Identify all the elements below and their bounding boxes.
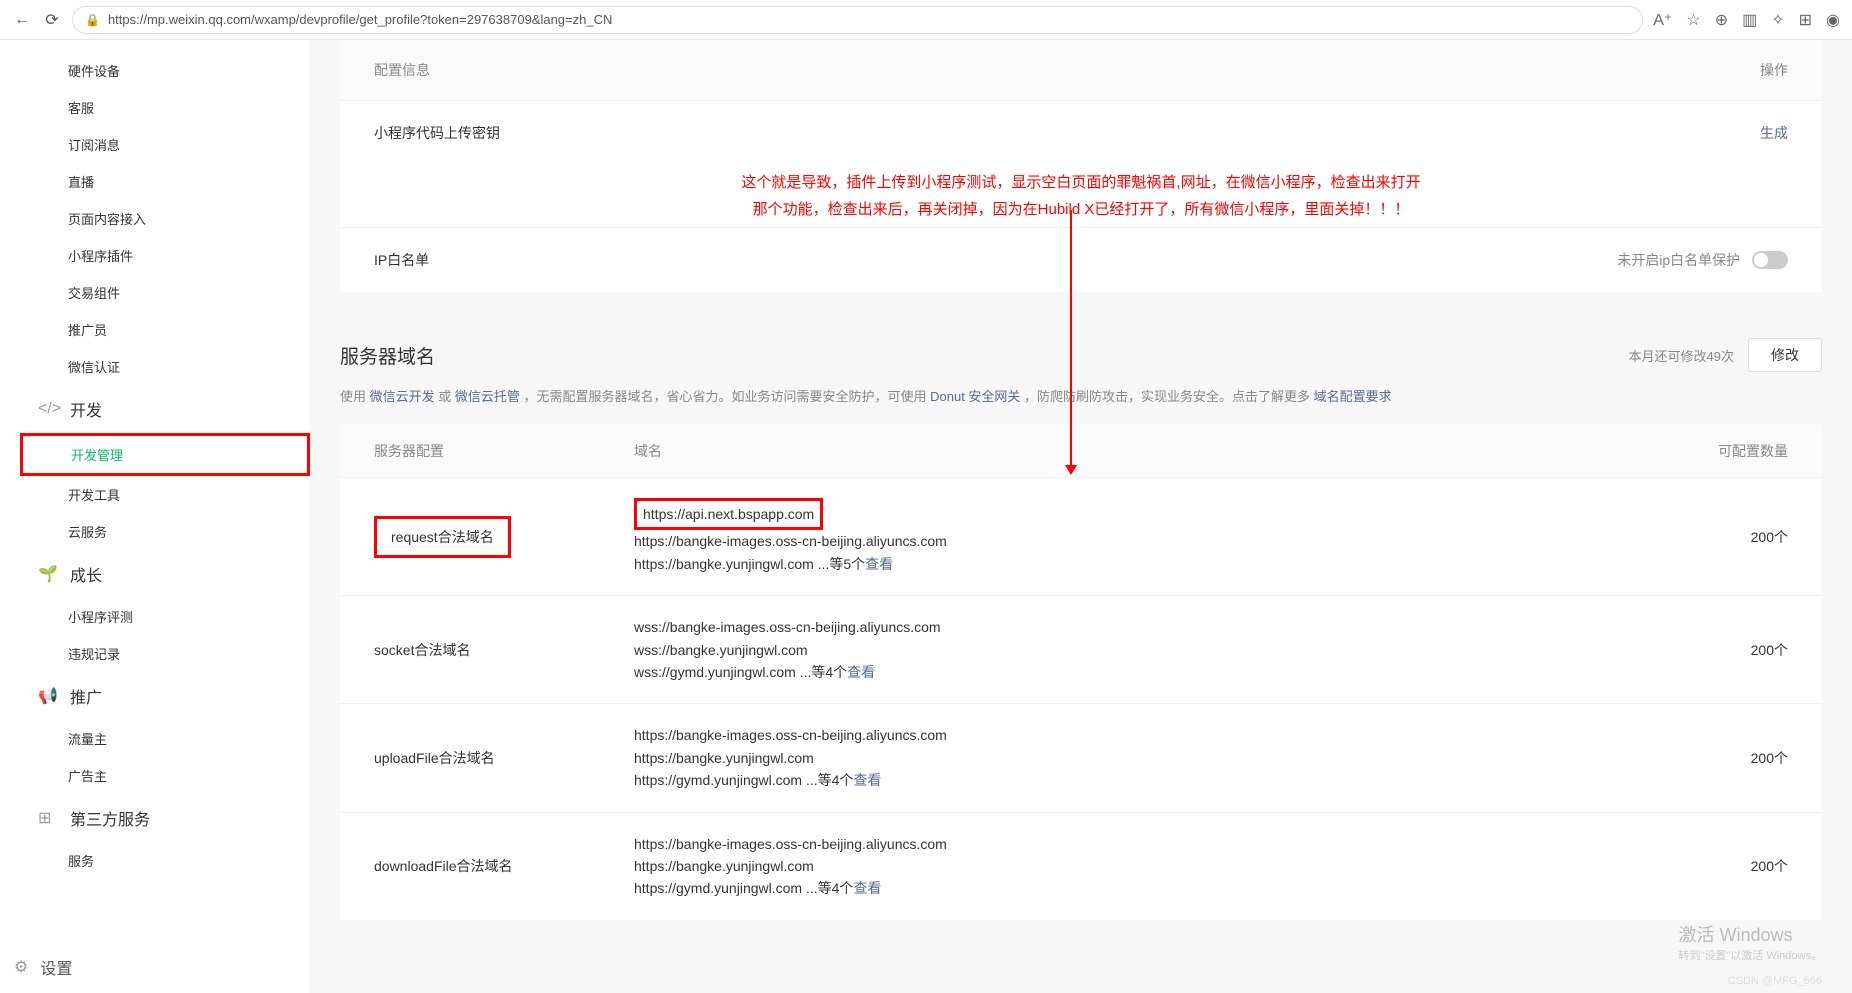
domain-section: 服务器域名 本月还可修改49次 修改 使用 微信云开发 或 微信云托管 ，无需配… bbox=[340, 312, 1822, 920]
sidebar-group-label: 第三方服务 bbox=[70, 806, 150, 830]
sidebar-item[interactable]: 直播 bbox=[20, 163, 310, 200]
section-title: 服务器域名 bbox=[340, 342, 435, 369]
table-row: downloadFile合法域名 https://bangke-images.os… bbox=[340, 812, 1822, 920]
row-right: 未开启ip白名单保护 bbox=[1617, 250, 1788, 270]
favorite-icon[interactable]: ☆ bbox=[1686, 10, 1700, 30]
sidebar-group-label: 推广 bbox=[70, 684, 102, 708]
sidebar-item[interactable]: 开发管理 bbox=[20, 433, 310, 476]
sidebar-item[interactable]: 客服 bbox=[20, 89, 310, 126]
domain-list: https://api.next.bspapp.comhttps://bangk… bbox=[634, 498, 1668, 575]
view-more-link[interactable]: 查看 bbox=[853, 880, 881, 896]
refresh-button[interactable]: ⟳ bbox=[42, 10, 62, 30]
sidebar-item[interactable]: 微信认证 bbox=[20, 348, 310, 385]
domain-list: wss://bangke-images.oss-cn-beijing.aliyu… bbox=[634, 616, 1668, 683]
donut-link[interactable]: Donut 安全网关 bbox=[930, 389, 1020, 404]
table-row: uploadFile合法域名 https://bangke-images.oss-… bbox=[340, 703, 1822, 811]
domain-count: 200个 bbox=[1668, 748, 1788, 768]
grid-icon: ⊞ bbox=[38, 808, 58, 828]
modify-button[interactable]: 修改 bbox=[1748, 338, 1822, 372]
settings-label: 设置 bbox=[40, 955, 72, 979]
extension-icon[interactable]: ⊕ bbox=[1715, 10, 1728, 30]
section-description: 使用 微信云开发 或 微信云托管 ，无需配置服务器域名，省心省力。如业务访问需要… bbox=[340, 382, 1822, 425]
sidebar-group-label: 成长 bbox=[70, 562, 102, 586]
sidebar-item[interactable]: 广告主 bbox=[20, 757, 310, 794]
sidebar-item[interactable]: 小程序评测 bbox=[20, 598, 310, 635]
reader-icon[interactable]: A⁺ bbox=[1653, 10, 1672, 30]
view-more-link[interactable]: 查看 bbox=[865, 556, 893, 572]
profile-icon[interactable]: ◉ bbox=[1826, 10, 1840, 30]
back-button[interactable]: ← bbox=[12, 10, 32, 30]
code-icon: </> bbox=[38, 400, 58, 418]
card-header-left: 配置信息 bbox=[374, 60, 430, 80]
sidebar-item[interactable]: 开发工具 bbox=[20, 476, 310, 513]
domain-config-link[interactable]: 域名配置要求 bbox=[1314, 389, 1392, 404]
whitelist-toggle[interactable] bbox=[1752, 251, 1788, 269]
config-card: 配置信息 操作 小程序代码上传密钥 生成 这个就是导致，插件上传到小程序测试，显… bbox=[340, 40, 1822, 292]
row-label: IP白名单 bbox=[374, 250, 429, 270]
table-row: request合法域名 https://api.next.bspapp.comht… bbox=[340, 477, 1822, 595]
address-bar[interactable]: 🔒 https://mp.weixin.qq.com/wxamp/devprof… bbox=[72, 6, 1643, 34]
whitelist-status: 未开启ip白名单保护 bbox=[1617, 252, 1740, 268]
sidebar-item[interactable]: 违规记录 bbox=[20, 635, 310, 672]
sidebar-group-dev[interactable]: </> 开发 bbox=[20, 385, 310, 433]
table-header: 服务器配置 域名 可配置数量 bbox=[340, 425, 1822, 477]
th-domain: 域名 bbox=[634, 441, 1668, 461]
sidebar-group-third[interactable]: ⊞ 第三方服务 bbox=[20, 794, 310, 842]
domain-count: 200个 bbox=[1668, 640, 1788, 660]
sidebar-group-growth[interactable]: 🌱 成长 bbox=[20, 550, 310, 598]
sidebar-item[interactable]: 交易组件 bbox=[20, 274, 310, 311]
sidebar-item[interactable]: 硬件设备 bbox=[20, 52, 310, 89]
view-more-link[interactable]: 查看 bbox=[847, 664, 875, 680]
sidebar-item[interactable]: 小程序插件 bbox=[20, 237, 310, 274]
domain-type-label: request合法域名 bbox=[374, 516, 511, 558]
upload-key-row: 小程序代码上传密钥 生成 bbox=[340, 100, 1822, 165]
card-header: 配置信息 操作 bbox=[340, 40, 1822, 100]
sidebar-group-label: 开发 bbox=[70, 397, 102, 421]
sidebar-item[interactable]: 推广员 bbox=[20, 311, 310, 348]
ip-whitelist-row: IP白名单 未开启ip白名单保护 bbox=[340, 227, 1822, 292]
browser-toolbar: ← ⟳ 🔒 https://mp.weixin.qq.com/wxamp/dev… bbox=[0, 0, 1852, 40]
sidebar: 硬件设备客服订阅消息直播页面内容接入小程序插件交易组件推广员微信认证 </> 开发… bbox=[0, 40, 310, 993]
view-more-link[interactable]: 查看 bbox=[853, 772, 881, 788]
sidebar-icon[interactable]: ▥ bbox=[1742, 10, 1757, 30]
sidebar-group-settings[interactable]: ⚙ 设置 bbox=[14, 955, 72, 979]
leaf-icon: 🌱 bbox=[38, 564, 58, 584]
th-config: 服务器配置 bbox=[374, 441, 634, 461]
domain-type-label: uploadFile合法域名 bbox=[374, 750, 495, 766]
sidebar-item[interactable]: 订阅消息 bbox=[20, 126, 310, 163]
row-label: 小程序代码上传密钥 bbox=[374, 123, 500, 143]
domain-type-label: socket合法域名 bbox=[374, 642, 470, 658]
gear-icon: ⚙ bbox=[14, 957, 28, 977]
domain-count: 200个 bbox=[1668, 856, 1788, 876]
more-icon[interactable]: ⊞ bbox=[1799, 10, 1812, 30]
domain-list: https://bangke-images.oss-cn-beijing.ali… bbox=[634, 833, 1668, 900]
domain-type-label: downloadFile合法域名 bbox=[374, 858, 513, 874]
sidebar-item[interactable]: 页面内容接入 bbox=[20, 200, 310, 237]
sidebar-item[interactable]: 云服务 bbox=[20, 513, 310, 550]
cloud-dev-link[interactable]: 微信云开发 bbox=[370, 389, 435, 404]
sidebar-item[interactable]: 流量主 bbox=[20, 720, 310, 757]
table-row: socket合法域名 wss://bangke-images.oss-cn-bei… bbox=[340, 595, 1822, 703]
sidebar-group-promo[interactable]: 📢 推广 bbox=[20, 672, 310, 720]
main-content: 配置信息 操作 小程序代码上传密钥 生成 这个就是导致，插件上传到小程序测试，显… bbox=[310, 40, 1852, 993]
annotation-text: 这个就是导致，插件上传到小程序测试，显示空白页面的罪魁祸首,网址，在微信小程序，… bbox=[340, 165, 1822, 227]
cloud-host-link[interactable]: 微信云托管 bbox=[455, 389, 520, 404]
megaphone-icon: 📢 bbox=[38, 686, 58, 706]
domain-table: 服务器配置 域名 可配置数量 request合法域名 https://api.ne… bbox=[340, 425, 1822, 920]
domain-count: 200个 bbox=[1668, 527, 1788, 547]
domain-list: https://bangke-images.oss-cn-beijing.ali… bbox=[634, 724, 1668, 791]
card-header-right: 操作 bbox=[1760, 60, 1788, 80]
browser-actions: A⁺ ☆ ⊕ ▥ ✧ ⊞ ◉ bbox=[1653, 10, 1840, 30]
url-text: https://mp.weixin.qq.com/wxamp/devprofil… bbox=[108, 12, 1630, 27]
collections-icon[interactable]: ✧ bbox=[1771, 10, 1784, 30]
lock-icon: 🔒 bbox=[85, 13, 100, 27]
sidebar-item[interactable]: 服务 bbox=[20, 842, 310, 879]
th-count: 可配置数量 bbox=[1668, 441, 1788, 461]
generate-link[interactable]: 生成 bbox=[1760, 123, 1788, 143]
modify-remaining: 本月还可修改49次 bbox=[1629, 346, 1734, 365]
